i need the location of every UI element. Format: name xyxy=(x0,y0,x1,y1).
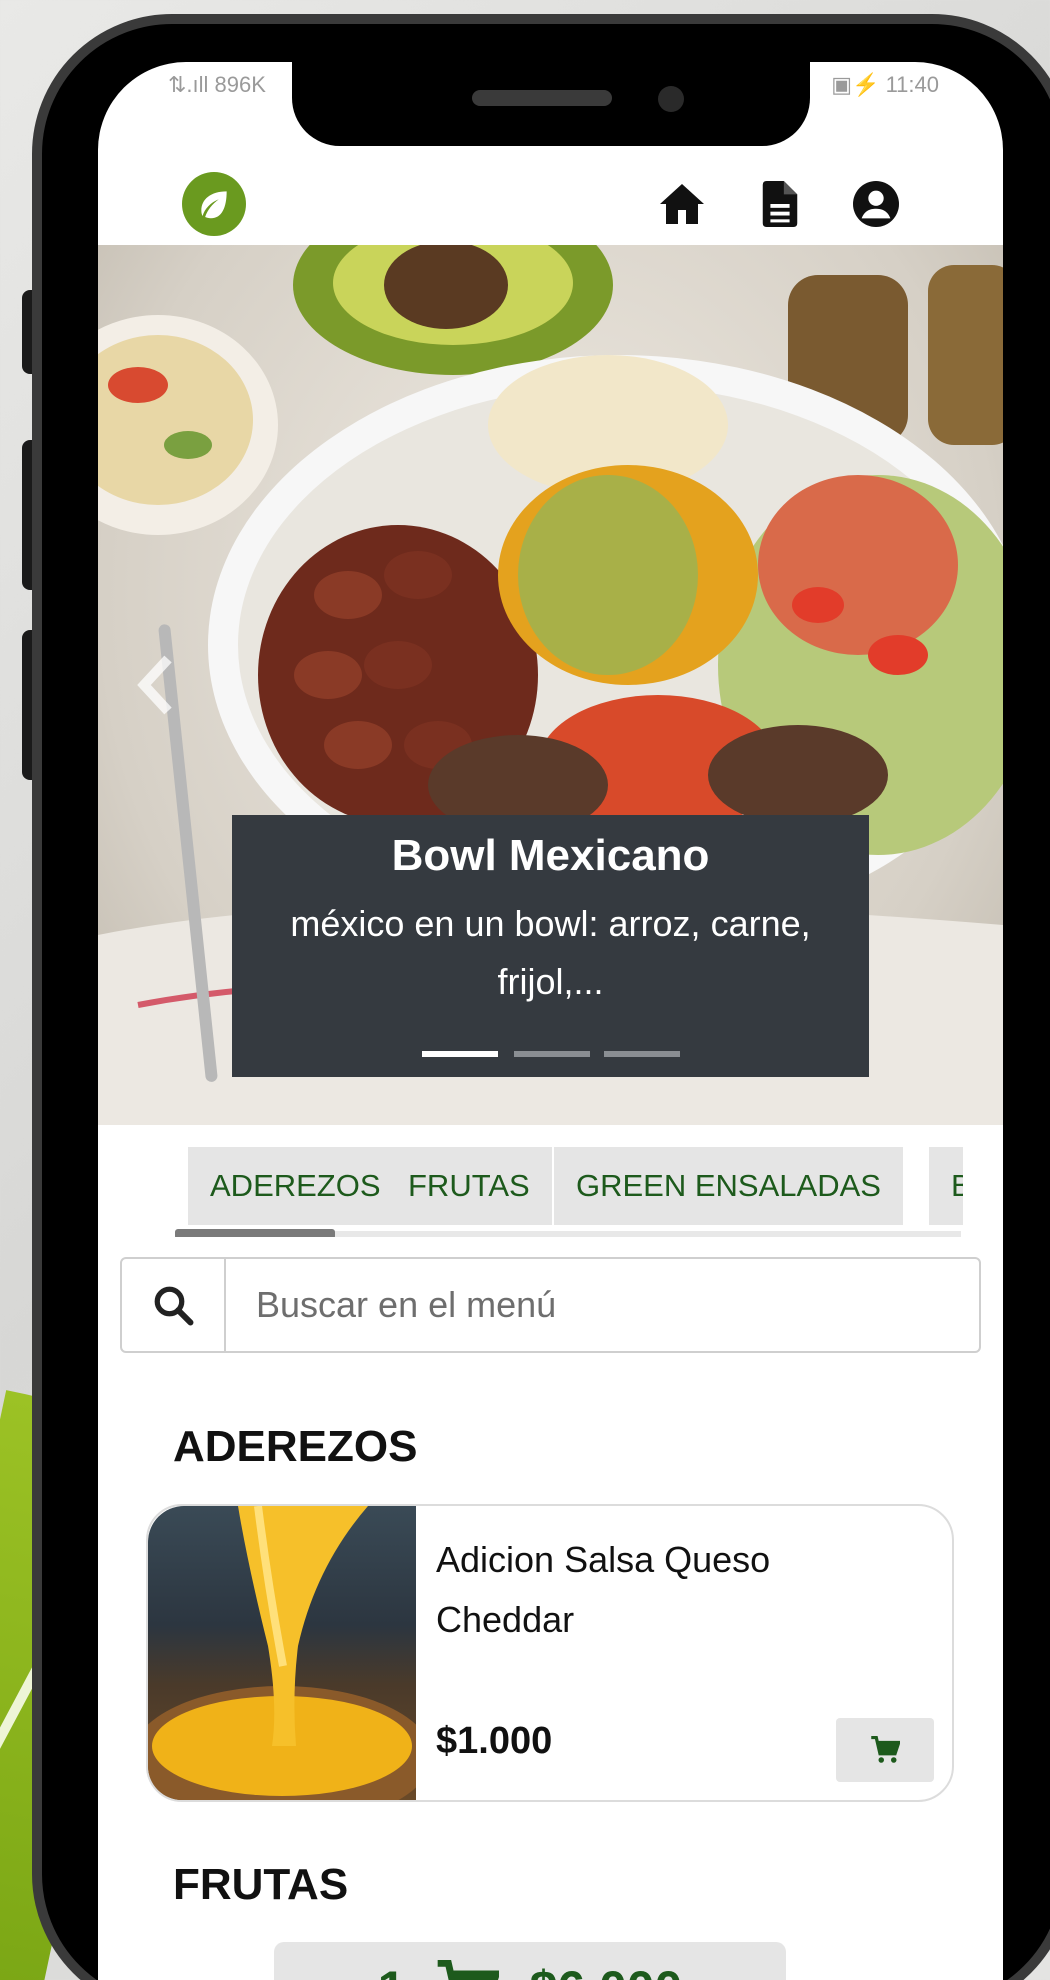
carousel-indicators xyxy=(422,1051,682,1057)
add-to-cart-button[interactable] xyxy=(836,1718,934,1782)
app-header xyxy=(98,142,1003,252)
product-price: $1.000 xyxy=(436,1720,553,1762)
search-bar xyxy=(120,1257,981,1353)
carousel-indicator-3[interactable] xyxy=(604,1051,680,1057)
status-signal: ⇅.ıll 896K xyxy=(168,72,266,97)
search-icon[interactable] xyxy=(122,1259,226,1351)
carousel-prev-icon[interactable] xyxy=(136,655,176,715)
tab-frutas[interactable]: FRUTAS xyxy=(386,1147,552,1225)
phone-camera xyxy=(658,86,684,112)
tab-green-ensaladas[interactable]: GREEN ENSALADAS xyxy=(554,1147,903,1225)
cart-icon xyxy=(438,1960,500,1980)
user-circle-icon[interactable] xyxy=(850,178,902,230)
product-image xyxy=(148,1506,416,1800)
app-screen: ⇅.ıll 896K ▣⚡ 11:40 Bowl Mexicano méxico… xyxy=(98,62,1003,1980)
floating-cart-bar[interactable]: 1 $6.000 xyxy=(274,1942,786,1980)
product-card[interactable]: Adicion Salsa Queso Cheddar $1.000 xyxy=(146,1504,954,1802)
cart-count: 1 xyxy=(378,1960,406,1980)
section-title-frutas: FRUTAS xyxy=(173,1860,349,1909)
tabs-scroll-indicator[interactable] xyxy=(175,1229,335,1237)
search-input[interactable] xyxy=(226,1259,976,1351)
carousel-indicator-2[interactable] xyxy=(514,1051,590,1057)
document-icon[interactable] xyxy=(754,178,806,230)
tab-aderezos[interactable]: ADEREZOS xyxy=(188,1147,403,1225)
hero-carousel[interactable]: Bowl Mexicano méxico en un bowl: arroz, … xyxy=(98,245,1003,1125)
phone-speaker xyxy=(472,90,612,106)
leaf-logo-icon[interactable] xyxy=(182,172,246,236)
hero-description: méxico en un bowl: arroz, carne, frijol,… xyxy=(290,903,811,1002)
status-time: ▣⚡ 11:40 xyxy=(831,72,939,97)
carousel-indicator-1[interactable] xyxy=(422,1051,498,1057)
tab-next-category[interactable]: B xyxy=(929,1147,963,1225)
section-title-aderezos: ADEREZOS xyxy=(173,1422,418,1471)
hero-caption: Bowl Mexicano méxico en un bowl: arroz, … xyxy=(232,815,869,1077)
category-tabs: ADEREZOS FRUTAS GREEN ENSALADAS B xyxy=(143,1147,963,1237)
hero-title: Bowl Mexicano xyxy=(391,831,710,880)
phone-notch xyxy=(292,38,810,146)
product-name: Adicion Salsa Queso Cheddar xyxy=(436,1539,771,1640)
home-icon[interactable] xyxy=(656,178,708,230)
cart-total: $6.000 xyxy=(529,1960,682,1980)
cart-icon xyxy=(871,1736,900,1763)
